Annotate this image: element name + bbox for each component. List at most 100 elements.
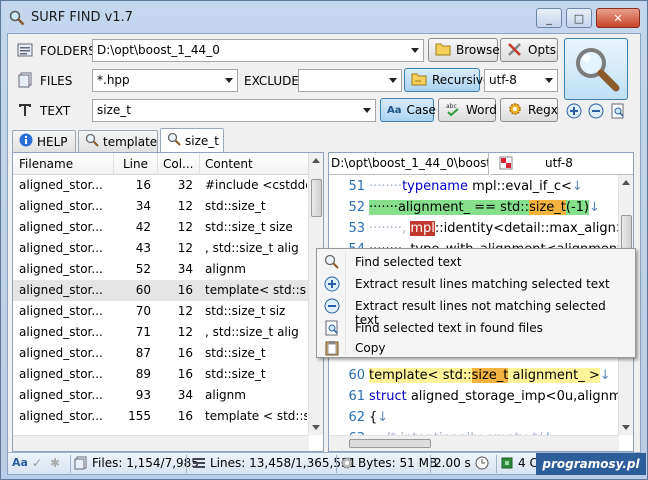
add-filter-icon[interactable] [566,103,582,119]
files-count: Files: 1,154/7,985 [92,456,199,470]
code-token: size_t [529,200,566,215]
start-search-button[interactable] [564,38,628,100]
word-toggle[interactable]: abc Word [438,98,497,122]
files-combobox[interactable]: *.hpp [92,69,238,92]
cell-line: 60 [135,283,151,297]
folders-combobox[interactable]: D:\opt\boost_1_44_0 [92,39,424,62]
case-toggle[interactable]: Aa Case [380,98,436,122]
cell-line: 87 [135,346,151,360]
code-line: 60 template< std::size_t alignment_ >↓ [329,366,619,387]
flag-icon [499,156,513,173]
scroll-up-icon [622,180,630,185]
recursive-label: Recursive [432,73,491,87]
recursive-toggle[interactable]: Recursive [404,68,490,92]
find-in-files-icon[interactable] [610,103,626,119]
folders-icon [16,41,34,59]
results-hscrollbar[interactable] [13,435,309,451]
cell-line: 43 [135,241,151,255]
files-value: *.hpp [97,73,130,87]
cell-filename: aligned_stor... [19,241,103,255]
search-text-combobox[interactable]: size_t [92,99,376,122]
opts-button[interactable]: Opts [500,38,558,62]
lines-status: Lines: 13,458/1,365,531 [192,456,356,470]
encoding-select[interactable]: utf-8 [484,69,558,92]
cell-filename: aligned_stor... [19,367,103,381]
menu-item-label: Find selected text [355,255,462,269]
preview-hscrollbar[interactable] [329,435,619,451]
table-row[interactable]: aligned_stor... 70 12 std::size_t siz [13,301,309,322]
minus-circle-icon [324,298,340,314]
preview-hscroll-thumb[interactable] [349,439,431,448]
cell-line: 70 [135,304,151,318]
table-row[interactable]: aligned_stor... 60 16 template< std::si [13,280,309,301]
col-content-header[interactable]: Content [205,157,253,171]
code-line: 52 ·······alignment_ == std::size_t(-1)↓ [329,198,619,219]
regx-toggle[interactable]: Regx [500,98,558,122]
browse-label: Browse [456,43,500,57]
line-number: 61 [348,389,365,404]
remove-filter-icon[interactable] [588,103,604,119]
tab-help[interactable]: HELP [12,130,76,152]
table-row[interactable]: aligned_stor... 43 12 , std::size_t alig [13,238,309,259]
table-row[interactable]: aligned_stor... 52 34 alignm [13,259,309,280]
code-token: mpl::eval_if_c< [467,179,572,194]
code-text: {↓ [369,410,388,425]
regex-gear-icon [507,101,523,120]
results-scroll-thumb[interactable] [311,179,322,217]
col-column-header[interactable]: Col... [163,157,194,171]
menu-item-extract-not-matching[interactable]: Extract result lines not matching select… [319,295,633,327]
code-token: ······· [369,200,398,215]
gear-icon [341,457,353,469]
cell-filename: aligned_stor... [19,178,103,192]
table-row[interactable]: aligned_stor... 71 12 , std::size_t alig [13,322,309,343]
table-row[interactable]: aligned_stor... 155 16 template < std::si [13,406,309,427]
maximize-button[interactable]: □ [566,8,592,28]
col-divider [113,153,114,175]
menu-item-find-selected[interactable]: Find selected text [319,251,633,273]
cell-line: 93 [135,388,151,402]
preview-scroll-thumb[interactable] [621,215,632,249]
exclude-combobox[interactable] [298,69,402,92]
cell-content: , std::size_t alig [205,325,299,339]
menu-item-find-in-files[interactable]: Find selected text in found files [319,317,633,339]
table-row[interactable]: aligned_stor... 34 12 std::size_t [13,196,309,217]
close-button[interactable]: ✕ [596,8,640,28]
result-tabs: HELP template size_t [12,128,632,152]
menu-item-extract-matching[interactable]: Extract result lines matching selected t… [319,273,633,295]
table-row[interactable]: aligned_stor... 42 12 std::size_t size [13,217,309,238]
cell-filename: aligned_stor... [19,283,103,297]
minimize-button[interactable]: _ [536,8,562,28]
code-token: struct [369,389,407,404]
browse-button[interactable]: Browse [428,38,500,62]
code-line: 51 ········typename mpl::eval_if_c<↓ [329,177,619,198]
line-number: 60 [348,368,365,383]
cell-column: 12 [177,220,193,234]
cell-line: 42 [135,220,151,234]
tab-template[interactable]: template [78,130,158,152]
time-status: 2.00 s [434,456,489,470]
menu-item-label: Extract result lines matching selected t… [355,277,610,291]
tab-size-t[interactable]: size_t [160,128,224,152]
table-row[interactable]: aligned_stor... 93 34 alignm [13,385,309,406]
files-label: FILES [40,74,73,88]
cell-content: alignm [205,262,246,276]
code-token: aligned_storage_imp<0u,alignment_> [410,389,633,404]
results-grid: Filename Line Col... Content aligned_sto… [12,152,324,452]
table-row[interactable]: aligned_stor... 16 32 #include <cstddef [13,175,309,196]
search-icon [167,132,181,149]
col-line-header[interactable]: Line [123,157,148,171]
lines-icon [193,458,205,468]
menu-item-copy[interactable]: Copy [319,337,633,359]
cell-content: std::size_t [205,199,266,213]
code-line: 62 {↓ [329,408,619,429]
cell-column: 34 [177,388,193,402]
table-row[interactable]: aligned_stor... 89 16 std::size_t [13,364,309,385]
table-row[interactable]: aligned_stor... 87 16 std::size_t [13,343,309,364]
col-filename-header[interactable]: Filename [19,157,73,171]
word-label: Word [466,103,497,117]
cell-filename: aligned_stor... [19,325,103,339]
folders-value: D:\opt\boost_1_44_0 [97,43,220,57]
cell-content: #include <cstddef [205,178,307,192]
code-token: mpl [410,221,435,236]
regx-label: Regx [528,103,558,117]
